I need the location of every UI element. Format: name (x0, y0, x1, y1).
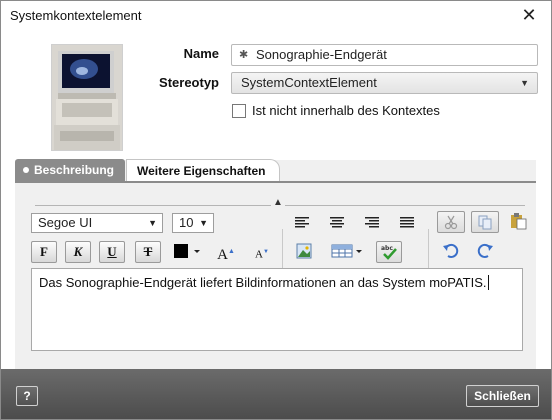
window-title: Systemkontextelement (10, 8, 142, 23)
tab-label: Weitere Eigenschaften (137, 164, 266, 178)
tab-weitere-eigenschaften[interactable]: Weitere Eigenschaften (126, 159, 280, 182)
font-size-select[interactable]: 10 ▼ (172, 213, 214, 233)
font-family-value: Segoe UI (38, 215, 93, 230)
stereotype-select[interactable]: SystemContextElement ▼ (231, 72, 538, 94)
align-right-icon[interactable] (361, 212, 383, 232)
chevron-down-icon: ▼ (199, 218, 208, 228)
close-button[interactable]: Schließen (466, 385, 539, 407)
shrink-font-button[interactable]: A▼ (251, 242, 273, 262)
collapse-toolbar-icon[interactable]: ▲ (271, 196, 285, 210)
close-icon[interactable]: ✕ (519, 5, 539, 25)
shrink-font-label: A (255, 248, 263, 261)
chevron-down-icon: ▼ (148, 218, 157, 228)
text-caret (487, 275, 489, 290)
italic-button[interactable]: K (65, 241, 91, 263)
redo-icon[interactable] (475, 241, 497, 261)
stereotype-label: Stereotyp (159, 75, 219, 90)
description-text: Das Sonographie-Endgerät liefert Bildinf… (39, 275, 489, 290)
cut-icon[interactable] (437, 211, 465, 233)
strikethrough-button[interactable]: T (135, 241, 161, 263)
outside-context-label: Ist nicht innerhalb des Kontextes (252, 103, 440, 118)
bold-button[interactable]: F (31, 241, 57, 263)
element-image[interactable] (51, 44, 123, 151)
spellcheck-icon[interactable]: abc (376, 241, 402, 263)
toolbar-separator (428, 229, 429, 271)
chevron-down-icon: ▼ (520, 78, 529, 88)
svg-text:abc: abc (381, 245, 393, 252)
dialog-content: Name ✱ Sonographie-Endgerät Stereotyp Sy… (1, 31, 551, 369)
tab-label: Beschreibung (34, 163, 115, 177)
dialog-footer: ? Schließen (1, 369, 551, 419)
tab-beschreibung[interactable]: Beschreibung (15, 159, 125, 181)
font-family-select[interactable]: Segoe UI ▼ (31, 213, 163, 233)
description-editor[interactable]: Das Sonographie-Endgerät liefert Bildinf… (31, 268, 523, 351)
toolbar-separator (282, 229, 283, 271)
font-color-button[interactable] (171, 241, 205, 261)
copy-icon[interactable] (471, 211, 499, 233)
tab-divider (15, 181, 536, 183)
shrink-arrow-icon: ▼ (263, 249, 269, 255)
outside-context-checkbox[interactable] (232, 104, 246, 118)
description-text-content: Das Sonographie-Endgerät liefert Bildinf… (39, 275, 487, 290)
grow-font-label: A (217, 247, 228, 263)
underline-button[interactable]: U (99, 241, 125, 263)
required-icon: ✱ (239, 49, 249, 61)
font-size-value: 10 (179, 215, 194, 230)
paste-icon[interactable] (507, 211, 529, 231)
stereotype-value: SystemContextElement (241, 75, 377, 90)
align-left-icon[interactable] (291, 212, 313, 232)
name-field[interactable]: ✱ Sonographie-Endgerät (231, 44, 538, 66)
insert-image-icon[interactable] (293, 241, 315, 261)
grow-arrow-icon: ▲ (227, 247, 235, 255)
align-center-icon[interactable] (326, 212, 348, 232)
name-value: Sonographie-Endgerät (256, 47, 387, 62)
align-justify-icon[interactable] (396, 212, 418, 232)
title-bar: Systemkontextelement ✕ (1, 1, 551, 31)
dialog-window: Systemkontextelement ✕ Name ✱ Sonographi… (0, 0, 552, 420)
grow-font-button[interactable]: A▲ (215, 241, 237, 263)
active-dot-icon (23, 167, 29, 174)
name-label: Name (183, 46, 219, 61)
undo-icon[interactable] (439, 241, 461, 261)
help-button[interactable]: ? (16, 386, 38, 406)
insert-table-icon[interactable] (329, 241, 367, 261)
